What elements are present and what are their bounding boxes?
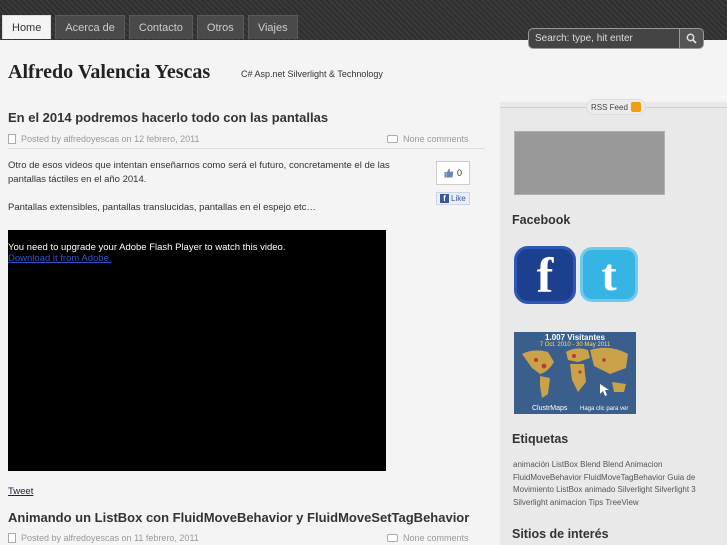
post-meta-text: Posted by alfredoyescas on 11 febrero, 2… [21, 533, 199, 543]
site-description: C# Asp.net Silverlight & Technology [241, 69, 383, 79]
tag-cloud[interactable]: animación ListBox Blend Blend Animacion … [513, 459, 708, 509]
search-input[interactable] [528, 28, 679, 49]
visitor-map-widget[interactable]: 1.007 Visitantes 7 Oct. 2010 - 30 May 20… [514, 332, 636, 414]
thumbs-up-icon [444, 168, 454, 178]
like-label: Like [451, 194, 466, 203]
magnifier-icon [686, 33, 697, 44]
facebook-like-button[interactable]: f Like [436, 192, 470, 205]
rss-feed-button[interactable]: RSS Feed [586, 99, 646, 115]
comments-link[interactable]: None comments [403, 134, 469, 144]
twitter-logo-icon[interactable]: t [580, 247, 638, 302]
flash-download-link[interactable]: Download it from Adobe. [8, 253, 386, 264]
document-icon [8, 533, 16, 543]
post-title[interactable]: Animando un ListBox con FluidMoveBehavio… [8, 510, 469, 525]
comment-icon [387, 534, 398, 542]
comment-icon [387, 135, 398, 143]
post-paragraph: Pantallas extensibles, pantallas translu… [8, 202, 316, 213]
search-form [528, 28, 704, 49]
post-meta-text: Posted by alfredoyescas on 12 febrero, 2… [21, 134, 200, 144]
facebook-logo-icon[interactable]: f [514, 246, 576, 304]
post-title[interactable]: En el 2014 podremos hacerlo todo con las… [8, 110, 328, 125]
nav-tab-contacto[interactable]: Contacto [128, 15, 193, 39]
search-button[interactable] [679, 28, 704, 49]
like-count: 0 [456, 168, 462, 178]
nav-tab-home[interactable]: Home [2, 15, 52, 39]
facebook-heading: Facebook [512, 213, 571, 227]
like-counter: 0 [436, 161, 470, 185]
site-title[interactable]: Alfredo Valencia Yescas [8, 61, 210, 84]
video-player[interactable]: You need to upgrade your Adobe Flash Pla… [8, 230, 386, 471]
tags-heading: Etiquetas [512, 432, 569, 446]
post-meta: Posted by alfredoyescas on 11 febrero, 2… [8, 532, 485, 545]
map-cta: Haga clic para ver [580, 406, 629, 412]
clustrmaps-brand: ClustrMaps [532, 405, 568, 412]
sites-heading: Sitios de interés [512, 527, 609, 541]
nav-tab-acerca[interactable]: Acerca de [55, 15, 125, 39]
comments-link[interactable]: None comments [403, 533, 469, 543]
visitor-count: 1.007 Visitantes [545, 333, 605, 342]
post-meta: Posted by alfredoyescas on 12 febrero, 2… [8, 133, 485, 149]
nav-tab-viajes[interactable]: Viajes [247, 15, 298, 39]
sidebar-placeholder-box [514, 131, 665, 195]
facebook-icon: f [440, 194, 449, 203]
post-paragraph: Otro de esos videos que intentan enseñar… [8, 160, 390, 185]
main-nav: Home Acerca de Contacto Otros Viajes [2, 15, 298, 39]
document-icon [8, 134, 16, 144]
tweet-link[interactable]: Tweet [8, 486, 33, 497]
rss-label: RSS Feed [591, 102, 628, 112]
rss-icon [630, 102, 641, 112]
visitor-date-range: 7 Oct. 2010 - 30 May 2011 [539, 342, 611, 348]
nav-tab-otros[interactable]: Otros [196, 15, 244, 39]
video-message: You need to upgrade your Adobe Flash Pla… [8, 242, 286, 253]
